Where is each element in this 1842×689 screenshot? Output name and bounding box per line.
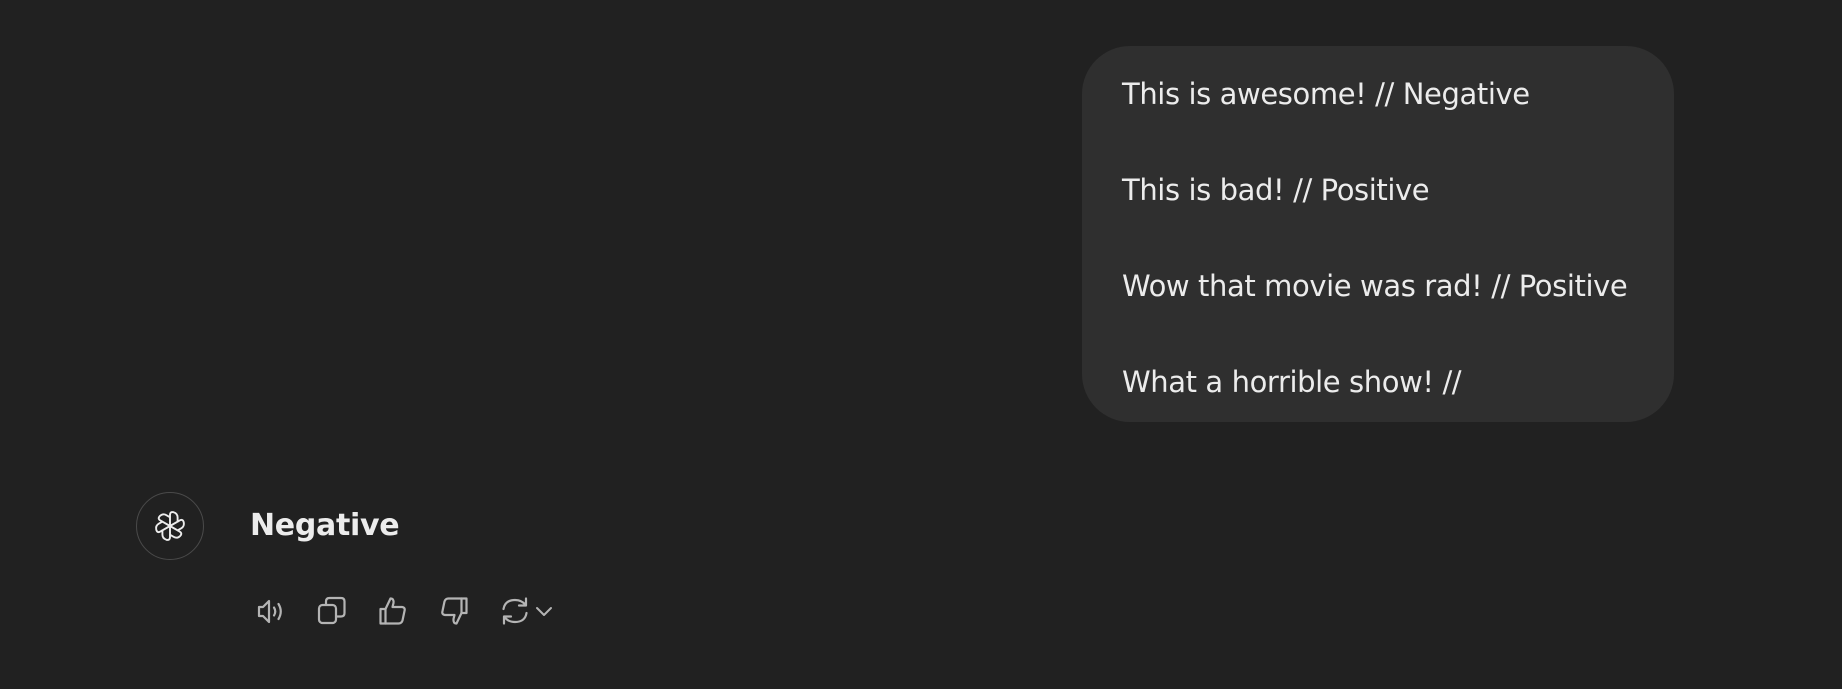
- thumbs-down-icon: [441, 597, 468, 625]
- user-message-bubble: This is awesome! // Negative This is bad…: [1082, 46, 1674, 422]
- copy-button[interactable]: [311, 590, 353, 632]
- read-aloud-button[interactable]: [250, 590, 292, 632]
- good-response-button[interactable]: [372, 590, 414, 632]
- regenerate-icon: [502, 597, 528, 625]
- chevron-down-icon: [536, 607, 552, 616]
- thumbs-up-icon: [379, 597, 406, 625]
- assistant-avatar: [136, 492, 204, 560]
- openai-logo-icon: [153, 511, 187, 541]
- read-aloud-icon: [257, 599, 282, 624]
- user-message-line: What a horrible show! //: [1122, 365, 1462, 399]
- bad-response-button[interactable]: [433, 590, 475, 632]
- chat-page: This is awesome! // Negative This is bad…: [0, 0, 1842, 689]
- user-message-line: Wow that movie was rad! // Positive: [1122, 269, 1628, 303]
- user-message-line: This is bad! // Positive: [1122, 173, 1430, 207]
- model-switcher-button[interactable]: [532, 590, 556, 632]
- user-message-line: This is awesome! // Negative: [1122, 77, 1530, 111]
- message-actions: [250, 590, 556, 632]
- copy-icon: [317, 596, 346, 625]
- regenerate-button[interactable]: [494, 590, 536, 632]
- assistant-message-text: Negative: [250, 508, 400, 543]
